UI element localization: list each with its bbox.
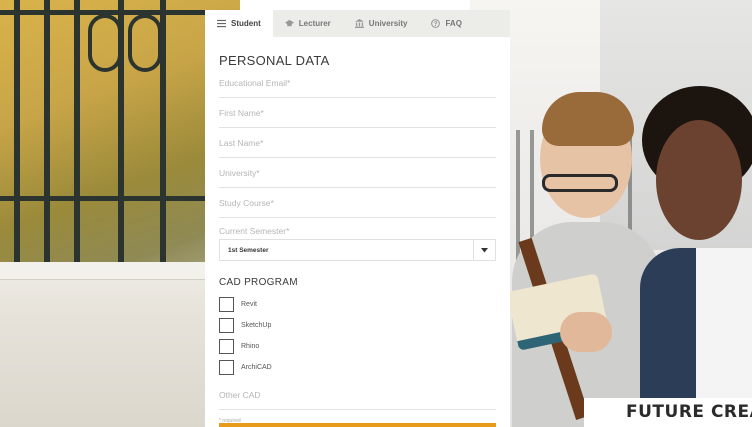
registration-panel: Student Lecturer University FAQ PERSONAL… [205, 10, 510, 427]
university-field[interactable]: University* [219, 158, 496, 188]
current-semester-label: Current Semester* [219, 226, 290, 236]
cad-option-label: SketchUp [241, 322, 272, 329]
tab-student-label: Student [231, 19, 261, 28]
last-name-field[interactable]: Last Name* [219, 128, 496, 158]
cad-option-revit[interactable]: Revit [219, 294, 496, 315]
dropdown-button[interactable] [473, 240, 495, 260]
current-semester-select[interactable]: 1st Semester [219, 239, 496, 261]
question-circle-icon [431, 19, 441, 28]
tab-lecturer-label: Lecturer [298, 19, 331, 28]
current-semester-value: 1st Semester [228, 246, 269, 254]
fence-bar [14, 0, 20, 262]
caret-down-icon [481, 247, 488, 252]
study-course-field[interactable]: Study Course* [219, 188, 496, 218]
fence-bar [74, 0, 80, 262]
cad-option-rhino[interactable]: Rhino [219, 336, 496, 357]
educational-email-field[interactable]: Educational Email* [219, 68, 496, 98]
form-content: PERSONAL DATA Educational Email* First N… [205, 37, 510, 424]
wall-ledge [0, 262, 240, 280]
university-building-icon [354, 19, 364, 28]
student-hair [542, 92, 634, 146]
section-title-cad-program: CAD PROGRAM [219, 277, 298, 288]
stone-wall [0, 262, 240, 427]
cad-option-label: Rhino [241, 343, 260, 350]
fence-ornament [128, 14, 162, 72]
glasses [542, 174, 618, 192]
first-name-field[interactable]: First Name* [219, 98, 496, 128]
graduation-cap-icon [284, 19, 294, 27]
section-title-personal-data: PERSONAL DATA [219, 53, 330, 68]
tab-faq[interactable]: FAQ [419, 10, 473, 37]
second-student-face [656, 120, 742, 240]
checkbox[interactable] [219, 297, 234, 312]
checkbox[interactable] [219, 339, 234, 354]
fence-ornament [88, 14, 122, 72]
other-cad-field[interactable]: Other CAD [219, 384, 496, 410]
hand [560, 312, 612, 352]
tab-faq-label: FAQ [445, 19, 462, 28]
submit-button[interactable] [219, 423, 496, 427]
cad-option-label: Revit [241, 301, 257, 308]
fence-bar [44, 0, 50, 262]
cad-options: Revit SketchUp Rhino ArchiCAD [219, 294, 496, 378]
menu-icon [217, 19, 226, 28]
cad-option-label: ArchiCAD [241, 364, 272, 371]
tab-lecturer[interactable]: Lecturer [273, 10, 343, 37]
tab-student[interactable]: Student [205, 10, 273, 37]
cad-option-archicad[interactable]: ArchiCAD [219, 357, 496, 378]
tab-bar: Student Lecturer University FAQ [205, 10, 510, 37]
banner-tagline: FUTURE CREATO [584, 398, 752, 427]
cad-option-sketchup[interactable]: SketchUp [219, 315, 496, 336]
checkbox[interactable] [219, 318, 234, 333]
tab-university[interactable]: University [343, 10, 420, 37]
tab-university-label: University [368, 19, 408, 28]
checkbox[interactable] [219, 360, 234, 375]
